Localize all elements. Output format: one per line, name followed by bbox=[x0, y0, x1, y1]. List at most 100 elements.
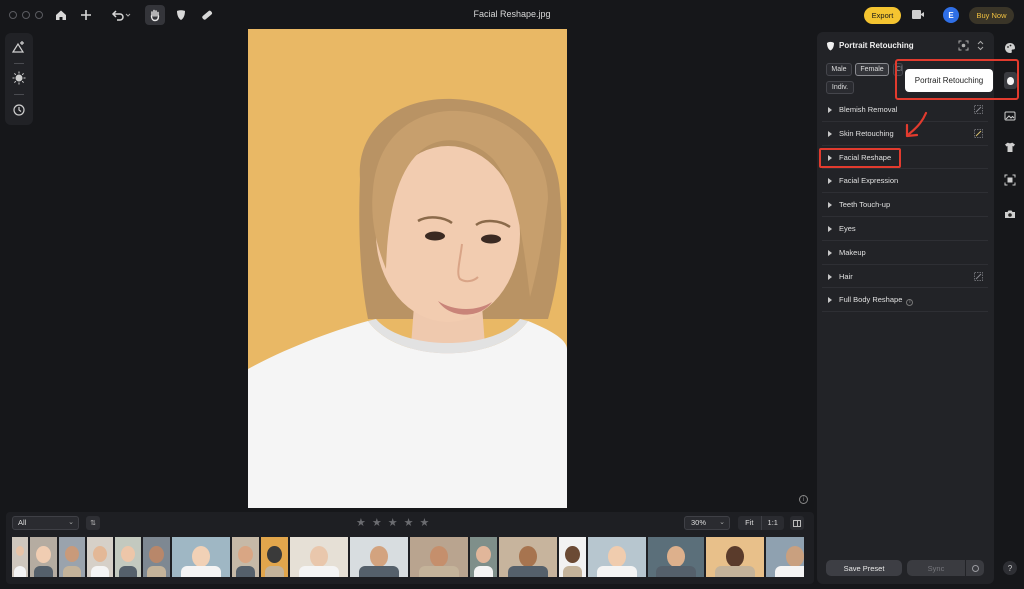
thumbnail[interactable] bbox=[410, 537, 468, 577]
thumbnail-body bbox=[34, 566, 53, 577]
chip-female[interactable]: Female bbox=[855, 63, 889, 76]
expand-icon bbox=[828, 130, 832, 137]
section-label: Eyes bbox=[839, 223, 856, 233]
minimize-window-icon[interactable] bbox=[22, 11, 30, 19]
thumbnail-subject bbox=[238, 546, 253, 564]
expand-icon bbox=[828, 178, 832, 185]
thumbnail-body bbox=[236, 566, 255, 577]
thumbnail[interactable] bbox=[87, 537, 113, 577]
expand-icon bbox=[828, 225, 832, 232]
thumbnail[interactable] bbox=[290, 537, 348, 577]
star-icon[interactable]: ★ bbox=[420, 516, 430, 530]
section-makeup[interactable]: Makeup bbox=[822, 241, 988, 265]
section-teeth-touch-up[interactable]: Teeth Touch-up bbox=[822, 193, 988, 217]
thumbnail[interactable] bbox=[12, 537, 28, 577]
info-icon[interactable]: i bbox=[906, 299, 914, 307]
section-hair[interactable]: Hair bbox=[822, 265, 988, 289]
thumbnail-subject bbox=[726, 546, 744, 567]
thumbnail[interactable] bbox=[588, 537, 646, 577]
thumbnail[interactable] bbox=[115, 537, 141, 577]
undo-icon[interactable] bbox=[108, 6, 134, 24]
section-facial-expression[interactable]: Facial Expression bbox=[822, 169, 988, 194]
annotation-box bbox=[895, 59, 1019, 100]
thumbnail[interactable] bbox=[261, 537, 288, 577]
star-icon[interactable]: ★ bbox=[388, 516, 398, 530]
actual-size-button[interactable]: 1:1 bbox=[760, 516, 785, 530]
section-full-body-reshape[interactable]: Full Body Reshape i bbox=[822, 288, 988, 313]
thumbnail-strip bbox=[12, 537, 804, 577]
adjust-icon[interactable] bbox=[10, 69, 28, 87]
fit-button[interactable]: Fit bbox=[738, 516, 761, 530]
thumbnail-subject bbox=[64, 546, 80, 563]
section-label: Skin Retouching bbox=[839, 128, 894, 138]
expand-icon bbox=[828, 249, 832, 256]
star-icon[interactable]: ★ bbox=[372, 516, 382, 530]
bandage-icon[interactable] bbox=[198, 6, 216, 24]
thumbnail[interactable] bbox=[559, 537, 586, 577]
panel-title: Portrait Retouching bbox=[839, 41, 914, 50]
zoom-value: 30% bbox=[691, 518, 707, 527]
compare-view-button[interactable] bbox=[790, 516, 804, 530]
thumbnail[interactable] bbox=[766, 537, 804, 577]
avatar[interactable]: E bbox=[943, 7, 959, 23]
zoom-window-icon[interactable] bbox=[35, 11, 43, 19]
thumbnail-subject bbox=[430, 546, 448, 567]
sync-button[interactable]: Sync bbox=[907, 560, 965, 576]
filter-dropdown[interactable]: All ⌄ bbox=[12, 516, 79, 530]
thumbnail-body bbox=[90, 566, 110, 577]
thumbnail[interactable] bbox=[143, 537, 170, 577]
thumbnail[interactable] bbox=[30, 537, 57, 577]
thumbnail[interactable] bbox=[232, 537, 259, 577]
image-icon[interactable] bbox=[1002, 109, 1018, 123]
collapse-icon[interactable] bbox=[975, 40, 986, 51]
close-window-icon[interactable] bbox=[9, 11, 17, 19]
tool-divider bbox=[14, 63, 24, 64]
section-label: Facial Expression bbox=[839, 176, 899, 186]
thumbnail[interactable] bbox=[350, 537, 408, 577]
thumbnail[interactable] bbox=[172, 537, 230, 577]
thumbnail-body bbox=[358, 566, 400, 577]
pencil-icon[interactable] bbox=[974, 271, 983, 281]
pencil-icon[interactable] bbox=[974, 128, 983, 138]
star-icon[interactable]: ★ bbox=[356, 516, 366, 530]
thumbnail-subject bbox=[370, 546, 388, 567]
save-preset-button[interactable]: Save Preset bbox=[826, 560, 902, 576]
sync-settings-icon[interactable] bbox=[966, 560, 984, 576]
photo-canvas[interactable] bbox=[248, 29, 567, 508]
chip-individual[interactable]: Indiv. bbox=[826, 81, 854, 94]
shirt-icon[interactable] bbox=[1002, 140, 1018, 154]
thumbnail-subject bbox=[36, 546, 51, 564]
star-icon[interactable]: ★ bbox=[404, 516, 414, 530]
info-icon[interactable]: i bbox=[799, 495, 808, 504]
thumbnail[interactable] bbox=[470, 537, 497, 577]
thumbnail[interactable] bbox=[499, 537, 557, 577]
thumbnail[interactable] bbox=[706, 537, 764, 577]
face-select-icon[interactable] bbox=[958, 40, 969, 51]
left-toolbar bbox=[5, 33, 33, 125]
home-icon[interactable] bbox=[52, 6, 70, 24]
camera-icon[interactable] bbox=[1002, 207, 1018, 221]
mask-icon[interactable] bbox=[172, 6, 190, 24]
chip-male[interactable]: Male bbox=[826, 63, 852, 76]
palette-icon[interactable] bbox=[1002, 41, 1018, 55]
buy-now-button[interactable]: Buy Now bbox=[969, 7, 1014, 24]
thumbnail-subject bbox=[267, 546, 282, 564]
export-button[interactable]: Export bbox=[864, 7, 901, 24]
split-view-icon bbox=[793, 519, 801, 527]
pencil-icon[interactable] bbox=[974, 105, 983, 114]
filmstrip-toggle-icon[interactable] bbox=[911, 8, 925, 21]
annotation-box bbox=[819, 148, 901, 168]
crop-icon[interactable] bbox=[1002, 173, 1018, 187]
hand-icon[interactable] bbox=[145, 5, 165, 25]
sort-button[interactable]: ⇅ bbox=[86, 516, 100, 530]
thumbnail[interactable] bbox=[59, 537, 85, 577]
plus-icon[interactable] bbox=[77, 6, 95, 24]
thumbnail[interactable] bbox=[648, 537, 704, 577]
section-eyes[interactable]: Eyes bbox=[822, 217, 988, 241]
section-label: Makeup bbox=[839, 247, 866, 257]
tool-divider bbox=[14, 94, 24, 95]
zoom-dropdown[interactable]: 30% ⌄ bbox=[684, 516, 730, 530]
history-icon[interactable] bbox=[10, 101, 28, 119]
help-button[interactable]: ? bbox=[1003, 561, 1017, 575]
ai-enhance-icon[interactable] bbox=[10, 38, 28, 56]
